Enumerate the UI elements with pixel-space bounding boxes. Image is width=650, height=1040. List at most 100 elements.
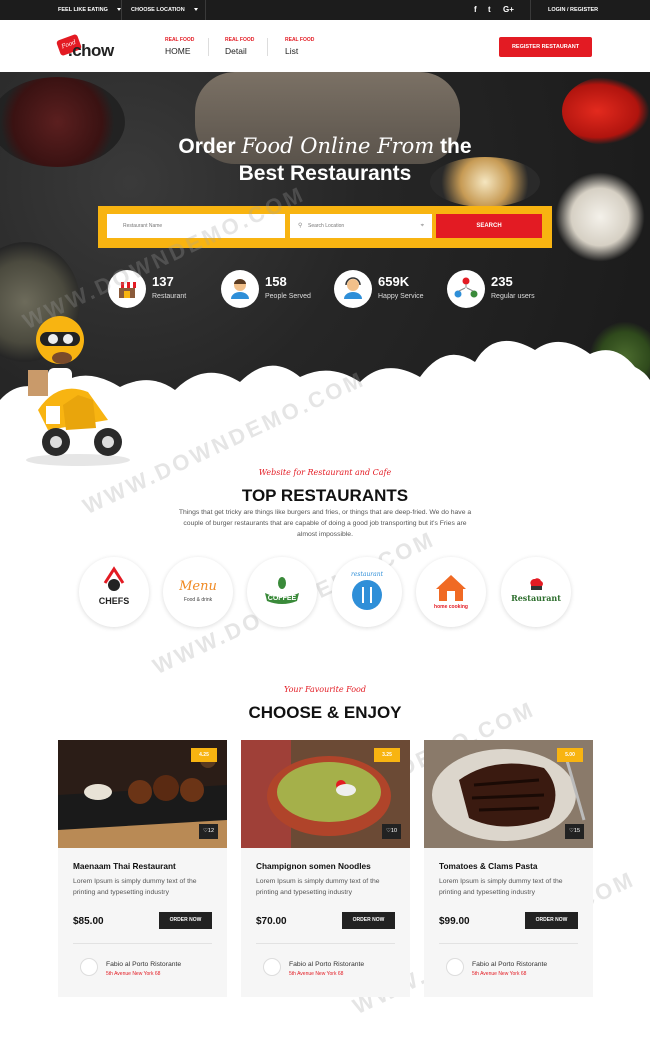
house-icon (436, 575, 466, 601)
divider (205, 0, 206, 20)
choose-location-dropdown[interactable]: CHOOSE LOCATION (131, 0, 198, 20)
crosshair-icon: ⌖ (420, 223, 424, 229)
stat-value: 235 (491, 274, 513, 289)
nav-sub-label: REAL FOOD (165, 37, 195, 43)
brand-label: Menu (179, 579, 217, 594)
food-price: $85.00 (73, 916, 104, 927)
brand-coffee[interactable]: COFFEE (247, 557, 317, 627)
brand-menu[interactable]: Menu Food & drink (163, 557, 233, 627)
card-divider (73, 943, 212, 944)
restaurant-avatar (263, 958, 281, 976)
food-title[interactable]: Tomatoes & Clams Pasta (439, 861, 538, 871)
fork-knife-icon (352, 580, 382, 610)
google-plus-icon[interactable]: G+ (503, 5, 514, 15)
food-card[interactable]: 4.25 ♡12 Maenaam Thai Restaurant Lorem I… (58, 740, 227, 997)
nav-label: List (285, 46, 299, 56)
order-now-button[interactable]: ORDER NOW (525, 912, 578, 929)
nav-item-home[interactable]: REAL FOOD HOME (165, 37, 194, 56)
brand-restaurant-blue[interactable]: restaurant (332, 557, 402, 627)
stat-value: 158 (265, 274, 287, 289)
likes-badge[interactable]: ♡15 (565, 824, 584, 839)
choose-location-label: CHOOSE LOCATION (131, 7, 185, 13)
headline-text: Order (178, 135, 242, 158)
nav-item-list[interactable]: REAL FOOD List (285, 37, 314, 56)
support-agent-icon (334, 270, 372, 308)
likes-badge[interactable]: ♡10 (382, 824, 401, 839)
facebook-icon[interactable]: f (474, 5, 477, 15)
register-restaurant-button[interactable]: REGISTER RESTAURANT (499, 37, 592, 57)
restaurant-address: 5th Avenue New York 68 (472, 971, 527, 977)
food-description: Lorem Ipsum is simply dummy text of the … (439, 878, 563, 896)
food-title[interactable]: Maenaam Thai Restaurant (73, 861, 176, 871)
headline-text: the (434, 135, 472, 158)
delivery-scooter-illustration (26, 316, 130, 466)
restaurant-name[interactable]: Fabio al Porto Ristorante (106, 961, 181, 968)
food-description: Lorem Ipsum is simply dummy text of the … (256, 878, 380, 896)
restaurant-name[interactable]: Fabio al Porto Ristorante (289, 961, 364, 968)
brand-label: home cooking (434, 604, 468, 610)
restaurant-name[interactable]: Fabio al Porto Ristorante (472, 961, 547, 968)
brand-label: Restaurant (511, 593, 561, 603)
likes-count: 12 (207, 828, 215, 834)
likes-count: 10 (390, 828, 398, 834)
brand-restaurant-green[interactable]: Restaurant (501, 557, 571, 627)
restaurant-address: 5th Avenue New York 68 (289, 971, 344, 977)
feel-like-eating-dropdown[interactable]: FEEL LIKE EATING (58, 0, 121, 20)
card-divider (439, 943, 578, 944)
location-placeholder: Search Location (308, 223, 345, 229)
nav-divider (208, 38, 209, 56)
order-now-button[interactable]: ORDER NOW (342, 912, 395, 929)
login-register-link[interactable]: LOGIN / REGISTER (548, 0, 598, 20)
search-button[interactable]: SEARCH (436, 214, 542, 238)
brand-chefs[interactable]: CHEFS (79, 557, 149, 627)
location-pin-icon: ⚲ (298, 223, 303, 229)
likes-badge[interactable]: ♡12 (199, 824, 218, 839)
chef-hat-icon (530, 578, 543, 590)
divider (121, 0, 122, 20)
brand-label: CHEFS (98, 596, 130, 606)
restaurant-avatar (446, 958, 464, 976)
brand-home-cooking[interactable]: home cooking (416, 557, 486, 627)
users-network-icon (447, 270, 485, 308)
twitter-icon[interactable]: t (488, 5, 491, 15)
headline-script-text: Food Online From (241, 134, 435, 158)
top-restaurants-title: TOP RESTAURANTS (241, 486, 409, 505)
search-location-input[interactable]: ⚲ Search Location ⌖ (290, 214, 432, 238)
stat-value: 659K (378, 274, 410, 289)
chef-hat-icon (103, 566, 125, 591)
restaurant-avatar (80, 958, 98, 976)
hero-headline-line1: Order Food Online From the (0, 134, 650, 159)
logo-wordmark: .chow (68, 41, 114, 60)
leaf-icon (265, 577, 299, 604)
chevron-down-icon (193, 8, 198, 12)
restaurant-address: 5th Avenue New York 68 (106, 971, 161, 977)
stat-label: People Served (265, 293, 311, 300)
favourites-script: Your Favourite Food (284, 685, 366, 694)
brand-sub-label: Food & drink (183, 597, 213, 603)
rating-badge: 5.00 (557, 748, 583, 762)
nav-item-detail[interactable]: REAL FOOD Detail (225, 37, 254, 56)
favourites-title: CHOOSE & ENJOY (248, 703, 402, 722)
card-divider (256, 943, 395, 944)
food-card[interactable]: 3.25 ♡10 Champignon somen Noodles Lorem … (241, 740, 410, 997)
brand-label: restaurant (350, 571, 384, 578)
top-restaurants-description: Things that get tricky are things like b… (178, 509, 472, 538)
top-bar: FEEL LIKE EATING CHOOSE LOCATION f t G+ … (0, 0, 650, 20)
logo[interactable]: Food .chow (55, 33, 128, 61)
food-title[interactable]: Champignon somen Noodles (256, 861, 371, 871)
rating-badge: 4.25 (191, 748, 217, 762)
nav-label: Detail (225, 46, 247, 56)
top-restaurants-script: Website for Restaurant and Cafe (258, 468, 392, 477)
stat-label: Happy Service (378, 293, 424, 300)
hero-headline-line2: Best Restaurants (238, 162, 412, 185)
nav-divider (267, 38, 268, 56)
order-now-button[interactable]: ORDER NOW (159, 912, 212, 929)
rating-badge: 3.25 (374, 748, 400, 762)
stat-label: Restaurant (152, 293, 187, 300)
nav-label: HOME (165, 46, 191, 56)
nav-sub-label: REAL FOOD (285, 37, 315, 43)
person-icon (221, 270, 259, 308)
stat-label: Regular users (491, 293, 535, 300)
food-card[interactable]: 5.00 ♡15 Tomatoes & Clams Pasta Lorem Ip… (424, 740, 593, 997)
food-price: $70.00 (256, 916, 287, 927)
